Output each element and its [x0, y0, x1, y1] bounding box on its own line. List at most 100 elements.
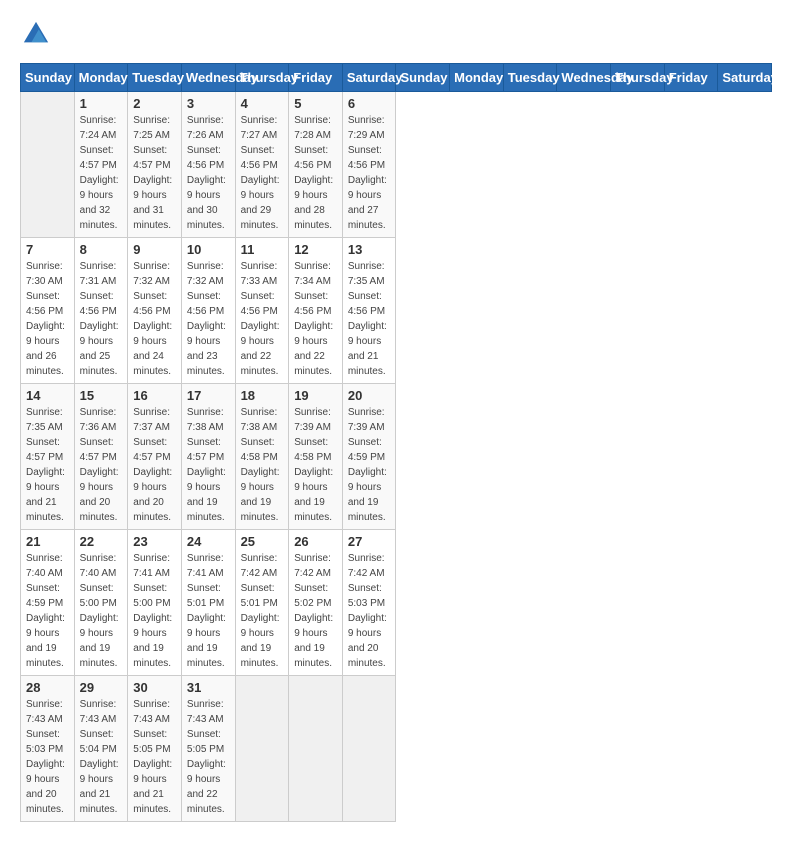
calendar-table: SundayMondayTuesdayWednesdayThursdayFrid… [20, 63, 772, 822]
calendar-cell [289, 676, 343, 822]
weekday-header-monday: Monday [74, 64, 128, 92]
day-number: 3 [187, 96, 230, 111]
day-info: Sunrise: 7:43 AMSunset: 5:05 PMDaylight:… [187, 697, 230, 817]
calendar-cell: 30 Sunrise: 7:43 AMSunset: 5:05 PMDayligh… [128, 676, 182, 822]
day-number: 25 [241, 534, 284, 549]
calendar-week-row: 14 Sunrise: 7:35 AMSunset: 4:57 PMDayligh… [21, 384, 772, 530]
day-info: Sunrise: 7:27 AMSunset: 4:56 PMDaylight:… [241, 113, 284, 233]
calendar-week-row: 7Sunrise: 7:30 AMSunset: 4:56 PMDaylight… [21, 238, 772, 384]
calendar-cell: 27Sunrise: 7:42 AMSunset: 5:03 PMDayligh… [342, 530, 396, 676]
day-number: 12 [294, 242, 337, 257]
day-number: 6 [348, 96, 391, 111]
day-info: Sunrise: 7:29 AMSunset: 4:56 PMDaylight:… [348, 113, 391, 233]
weekday-header-thursday: Thursday [611, 64, 665, 92]
day-info: Sunrise: 7:43 AMSunset: 5:03 PMDaylight:… [26, 697, 69, 817]
day-info: Sunrise: 7:41 AMSunset: 5:00 PMDaylight:… [133, 551, 176, 671]
calendar-cell: 23 Sunrise: 7:41 AMSunset: 5:00 PMDayligh… [128, 530, 182, 676]
weekday-header-saturday: Saturday [342, 64, 396, 92]
calendar-cell: 17 Sunrise: 7:38 AMSunset: 4:57 PMDayligh… [181, 384, 235, 530]
logo-text [20, 20, 50, 53]
day-info: Sunrise: 7:38 AMSunset: 4:58 PMDaylight:… [241, 405, 284, 525]
calendar-week-row: 21Sunrise: 7:40 AMSunset: 4:59 PMDayligh… [21, 530, 772, 676]
calendar-week-row: 1Sunrise: 7:24 AMSunset: 4:57 PMDaylight… [21, 92, 772, 238]
day-info: Sunrise: 7:42 AMSunset: 5:01 PMDaylight:… [241, 551, 284, 671]
weekday-header-sunday: Sunday [396, 64, 450, 92]
calendar-cell: 31Sunrise: 7:43 AMSunset: 5:05 PMDayligh… [181, 676, 235, 822]
weekday-header-monday: Monday [450, 64, 504, 92]
calendar-cell: 12 Sunrise: 7:34 AMSunset: 4:56 PMDayligh… [289, 238, 343, 384]
day-info: Sunrise: 7:40 AMSunset: 5:00 PMDaylight:… [80, 551, 123, 671]
day-info: Sunrise: 7:35 AMSunset: 4:56 PMDaylight:… [348, 259, 391, 379]
weekday-header-wednesday: Wednesday [181, 64, 235, 92]
calendar-cell: 10 Sunrise: 7:32 AMSunset: 4:56 PMDayligh… [181, 238, 235, 384]
calendar-cell: 6 Sunrise: 7:29 AMSunset: 4:56 PMDaylight… [342, 92, 396, 238]
weekday-header-sunday: Sunday [21, 64, 75, 92]
calendar-cell: 24 Sunrise: 7:41 AMSunset: 5:01 PMDayligh… [181, 530, 235, 676]
page-header [20, 20, 772, 53]
day-info: Sunrise: 7:32 AMSunset: 4:56 PMDaylight:… [133, 259, 176, 379]
calendar-week-row: 28 Sunrise: 7:43 AMSunset: 5:03 PMDayligh… [21, 676, 772, 822]
calendar-cell: 14 Sunrise: 7:35 AMSunset: 4:57 PMDayligh… [21, 384, 75, 530]
day-number: 24 [187, 534, 230, 549]
day-number: 9 [133, 242, 176, 257]
day-info: Sunrise: 7:35 AMSunset: 4:57 PMDaylight:… [26, 405, 69, 525]
calendar-cell: 16Sunrise: 7:37 AMSunset: 4:57 PMDayligh… [128, 384, 182, 530]
day-number: 5 [294, 96, 337, 111]
calendar-cell: 9 Sunrise: 7:32 AMSunset: 4:56 PMDaylight… [128, 238, 182, 384]
day-number: 14 [26, 388, 69, 403]
calendar-cell: 13Sunrise: 7:35 AMSunset: 4:56 PMDayligh… [342, 238, 396, 384]
day-number: 28 [26, 680, 69, 695]
calendar-cell: 8 Sunrise: 7:31 AMSunset: 4:56 PMDaylight… [74, 238, 128, 384]
day-number: 19 [294, 388, 337, 403]
logo-icon [22, 20, 50, 48]
calendar-cell: 21Sunrise: 7:40 AMSunset: 4:59 PMDayligh… [21, 530, 75, 676]
weekday-header-friday: Friday [664, 64, 718, 92]
day-number: 23 [133, 534, 176, 549]
weekday-header-saturday: Saturday [718, 64, 772, 92]
calendar-header-row: SundayMondayTuesdayWednesdayThursdayFrid… [21, 64, 772, 92]
calendar-cell: 29Sunrise: 7:43 AMSunset: 5:04 PMDayligh… [74, 676, 128, 822]
weekday-header-friday: Friday [289, 64, 343, 92]
day-info: Sunrise: 7:38 AMSunset: 4:57 PMDaylight:… [187, 405, 230, 525]
day-number: 10 [187, 242, 230, 257]
calendar-cell: 25 Sunrise: 7:42 AMSunset: 5:01 PMDayligh… [235, 530, 289, 676]
day-info: Sunrise: 7:43 AMSunset: 5:05 PMDaylight:… [133, 697, 176, 817]
day-info: Sunrise: 7:36 AMSunset: 4:57 PMDaylight:… [80, 405, 123, 525]
calendar-cell: 18Sunrise: 7:38 AMSunset: 4:58 PMDayligh… [235, 384, 289, 530]
calendar-cell: 11 Sunrise: 7:33 AMSunset: 4:56 PMDayligh… [235, 238, 289, 384]
calendar-cell: 15 Sunrise: 7:36 AMSunset: 4:57 PMDayligh… [74, 384, 128, 530]
day-number: 22 [80, 534, 123, 549]
calendar-cell: 26Sunrise: 7:42 AMSunset: 5:02 PMDayligh… [289, 530, 343, 676]
calendar-cell: 20 Sunrise: 7:39 AMSunset: 4:59 PMDayligh… [342, 384, 396, 530]
day-number: 16 [133, 388, 176, 403]
calendar-cell: 19 Sunrise: 7:39 AMSunset: 4:58 PMDayligh… [289, 384, 343, 530]
day-info: Sunrise: 7:25 AMSunset: 4:57 PMDaylight:… [133, 113, 176, 233]
calendar-cell [235, 676, 289, 822]
day-info: Sunrise: 7:24 AMSunset: 4:57 PMDaylight:… [80, 113, 123, 233]
day-info: Sunrise: 7:41 AMSunset: 5:01 PMDaylight:… [187, 551, 230, 671]
calendar-cell: 3Sunrise: 7:26 AMSunset: 4:56 PMDaylight… [181, 92, 235, 238]
day-number: 26 [294, 534, 337, 549]
day-number: 29 [80, 680, 123, 695]
calendar-cell: 7Sunrise: 7:30 AMSunset: 4:56 PMDaylight… [21, 238, 75, 384]
day-number: 20 [348, 388, 391, 403]
day-number: 8 [80, 242, 123, 257]
day-number: 21 [26, 534, 69, 549]
calendar-cell: 5Sunrise: 7:28 AMSunset: 4:56 PMDaylight… [289, 92, 343, 238]
calendar-cell [21, 92, 75, 238]
day-info: Sunrise: 7:34 AMSunset: 4:56 PMDaylight:… [294, 259, 337, 379]
weekday-header-tuesday: Tuesday [128, 64, 182, 92]
day-number: 7 [26, 242, 69, 257]
calendar-cell: 2Sunrise: 7:25 AMSunset: 4:57 PMDaylight… [128, 92, 182, 238]
day-info: Sunrise: 7:31 AMSunset: 4:56 PMDaylight:… [80, 259, 123, 379]
day-info: Sunrise: 7:32 AMSunset: 4:56 PMDaylight:… [187, 259, 230, 379]
day-info: Sunrise: 7:33 AMSunset: 4:56 PMDaylight:… [241, 259, 284, 379]
day-info: Sunrise: 7:39 AMSunset: 4:59 PMDaylight:… [348, 405, 391, 525]
day-number: 30 [133, 680, 176, 695]
calendar-cell [342, 676, 396, 822]
day-info: Sunrise: 7:39 AMSunset: 4:58 PMDaylight:… [294, 405, 337, 525]
day-number: 11 [241, 242, 284, 257]
calendar-cell: 28 Sunrise: 7:43 AMSunset: 5:03 PMDayligh… [21, 676, 75, 822]
day-number: 15 [80, 388, 123, 403]
day-number: 17 [187, 388, 230, 403]
